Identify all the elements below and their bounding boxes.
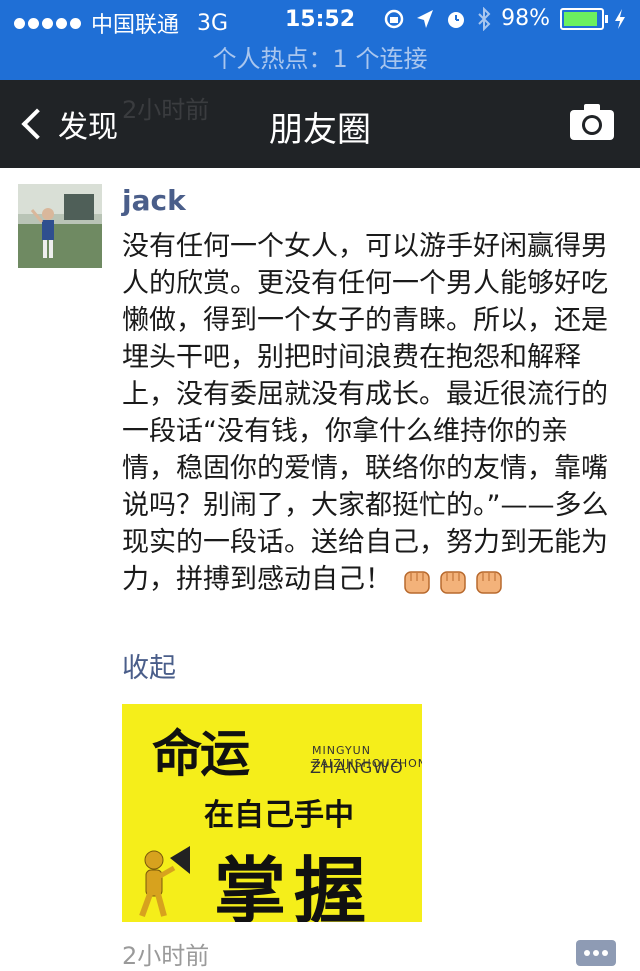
image-text-pinyin2: ZHANGWO <box>310 758 404 777</box>
collapse-link[interactable]: 收起 <box>122 646 176 685</box>
fist-icon <box>404 570 430 594</box>
status-right: 98% <box>383 6 626 31</box>
avatar[interactable] <box>18 184 102 268</box>
image-text-line1: 命运 <box>152 724 250 783</box>
battery-percent: 98% <box>501 6 550 31</box>
hotspot-banner[interactable]: 个人热点：1 个连接 <box>0 40 640 80</box>
bluetooth-icon <box>478 6 491 31</box>
fist-icon <box>476 570 502 594</box>
camera-icon[interactable] <box>568 102 616 142</box>
post-body: 没有任何一个女人，可以游手好闲赢得男人的欣赏。更没有任何一个男人能够好吃懒做，得… <box>122 231 609 595</box>
location-arrow-icon <box>417 9 434 28</box>
image-text-line2: 在自己手中 <box>204 798 354 833</box>
figure-with-megaphone-icon <box>139 846 190 918</box>
charging-icon <box>615 8 625 29</box>
nav-bar: 2小时前 发现 朋友圈 <box>0 80 640 168</box>
comment-button[interactable] <box>576 940 616 966</box>
post-image[interactable]: 命运 MINGYUN ZAIZIJISHOUZHONG ZHANGWO 在自己手… <box>122 704 422 922</box>
post-text: 没有任何一个女人，可以游手好闲赢得男人的欣赏。更没有任何一个男人能够好吃懒做，得… <box>122 228 616 598</box>
avatar-photo <box>18 184 102 268</box>
fist-icon <box>440 570 466 594</box>
user-name[interactable]: jack <box>122 184 186 217</box>
alarm-icon <box>448 11 465 28</box>
status-bar: 中国联通 3G 15:52 98% <box>0 0 640 40</box>
rotation-lock-icon <box>384 9 404 28</box>
emoji-group <box>402 566 504 596</box>
post-time: 2小时前 <box>122 942 210 970</box>
battery-icon <box>560 7 608 30</box>
image-text-line3: 掌握 <box>214 848 375 922</box>
page-title: 朋友圈 <box>269 110 371 150</box>
